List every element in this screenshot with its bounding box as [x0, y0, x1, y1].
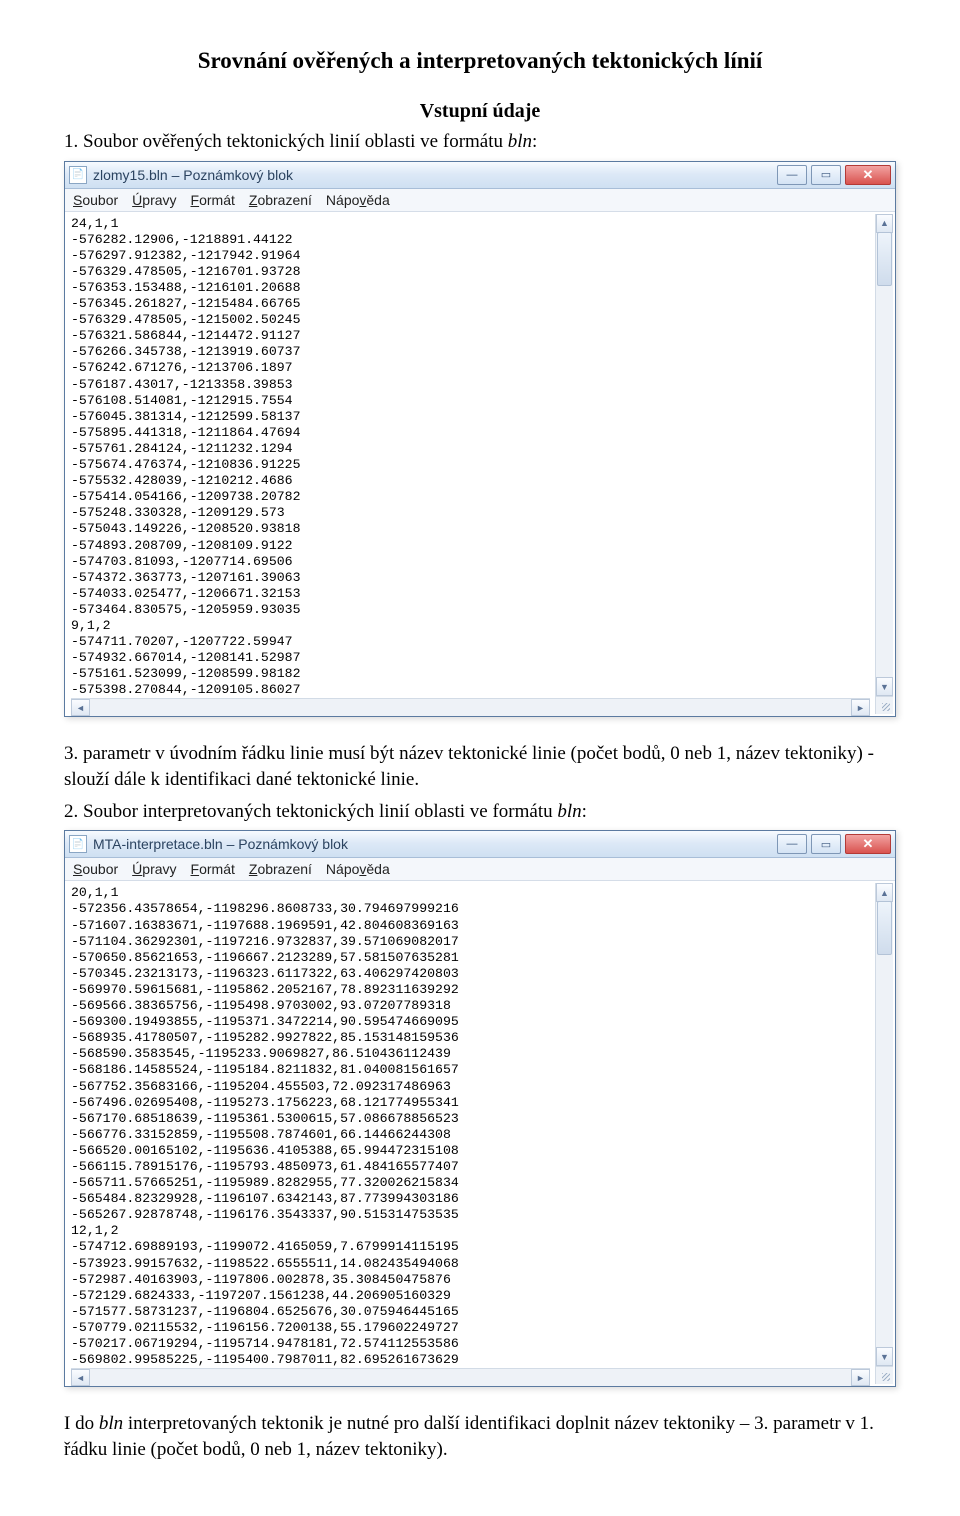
menubar: Soubor Úpravy Formát Zobrazení Nápověda — [65, 858, 895, 881]
page-title: Srovnání ověřených a interpretovaných te… — [64, 48, 896, 74]
scroll-up-icon[interactable]: ▲ — [876, 883, 893, 902]
para-4: I do bln interpretovaných tektonik je nu… — [64, 1411, 896, 1462]
horizontal-scrollbar[interactable]: ◄ ► — [71, 698, 870, 716]
text-content[interactable]: 24,1,1 -576282.12906,-1218891.44122 -576… — [71, 216, 889, 699]
menu-zobrazeni[interactable]: Zobrazení — [249, 861, 312, 877]
menu-napoveda[interactable]: Nápověda — [326, 861, 390, 877]
para-1: 1. Soubor ověřených tektonických linií o… — [64, 129, 896, 155]
maximize-button[interactable]: ▭ — [811, 165, 841, 185]
notepad-window-1: 📄 zlomy15.bln – Poznámkový blok — ▭ ✕ So… — [64, 161, 896, 718]
scroll-up-icon[interactable]: ▲ — [876, 214, 893, 233]
scroll-left-icon[interactable]: ◄ — [71, 699, 90, 716]
resize-grip-icon[interactable] — [875, 696, 893, 714]
scroll-left-icon[interactable]: ◄ — [71, 1369, 90, 1386]
scroll-right-icon[interactable]: ► — [851, 699, 870, 716]
titlebar[interactable]: 📄 zlomy15.bln – Poznámkový blok — ▭ ✕ — [65, 162, 895, 189]
close-button[interactable]: ✕ — [845, 165, 891, 185]
menu-zobrazeni[interactable]: Zobrazení — [249, 192, 312, 208]
menu-upravy[interactable]: Úpravy — [132, 192, 176, 208]
text-area-wrap: 20,1,1 -572356.43578654,-1198296.8608733… — [65, 881, 895, 1386]
vertical-scrollbar[interactable]: ▲ ▼ — [875, 214, 893, 697]
subtitle: Vstupní údaje — [64, 98, 896, 125]
scroll-thumb[interactable] — [877, 232, 892, 286]
menu-format[interactable]: Formát — [191, 861, 235, 877]
vertical-scrollbar[interactable]: ▲ ▼ — [875, 883, 893, 1366]
text-content[interactable]: 20,1,1 -572356.43578654,-1198296.8608733… — [71, 885, 889, 1368]
close-button[interactable]: ✕ — [845, 834, 891, 854]
para-3: 2. Soubor interpretovaných tektonických … — [64, 799, 896, 825]
window-title: MTA-interpretace.bln – Poznámkový blok — [93, 836, 777, 852]
menubar: Soubor Úpravy Formát Zobrazení Nápověda — [65, 189, 895, 212]
notepad-icon: 📄 — [69, 835, 87, 853]
text-area-wrap: 24,1,1 -576282.12906,-1218891.44122 -576… — [65, 212, 895, 717]
notepad-window-2: 📄 MTA-interpretace.bln – Poznámkový blok… — [64, 830, 896, 1387]
scroll-down-icon[interactable]: ▼ — [876, 677, 893, 696]
minimize-button[interactable]: — — [777, 834, 807, 854]
minimize-button[interactable]: — — [777, 165, 807, 185]
menu-upravy[interactable]: Úpravy — [132, 861, 176, 877]
resize-grip-icon[interactable] — [875, 1366, 893, 1384]
para-2: 3. parametr v úvodním řádku linie musí b… — [64, 741, 896, 792]
scroll-thumb[interactable] — [877, 901, 892, 955]
menu-soubor[interactable]: Soubor — [73, 192, 118, 208]
menu-format[interactable]: Formát — [191, 192, 235, 208]
maximize-button[interactable]: ▭ — [811, 834, 841, 854]
notepad-icon: 📄 — [69, 166, 87, 184]
scroll-down-icon[interactable]: ▼ — [876, 1347, 893, 1366]
horizontal-scrollbar[interactable]: ◄ ► — [71, 1368, 870, 1386]
scroll-right-icon[interactable]: ► — [851, 1369, 870, 1386]
titlebar[interactable]: 📄 MTA-interpretace.bln – Poznámkový blok… — [65, 831, 895, 858]
menu-soubor[interactable]: Soubor — [73, 861, 118, 877]
window-title: zlomy15.bln – Poznámkový blok — [93, 167, 777, 183]
menu-napoveda[interactable]: Nápověda — [326, 192, 390, 208]
